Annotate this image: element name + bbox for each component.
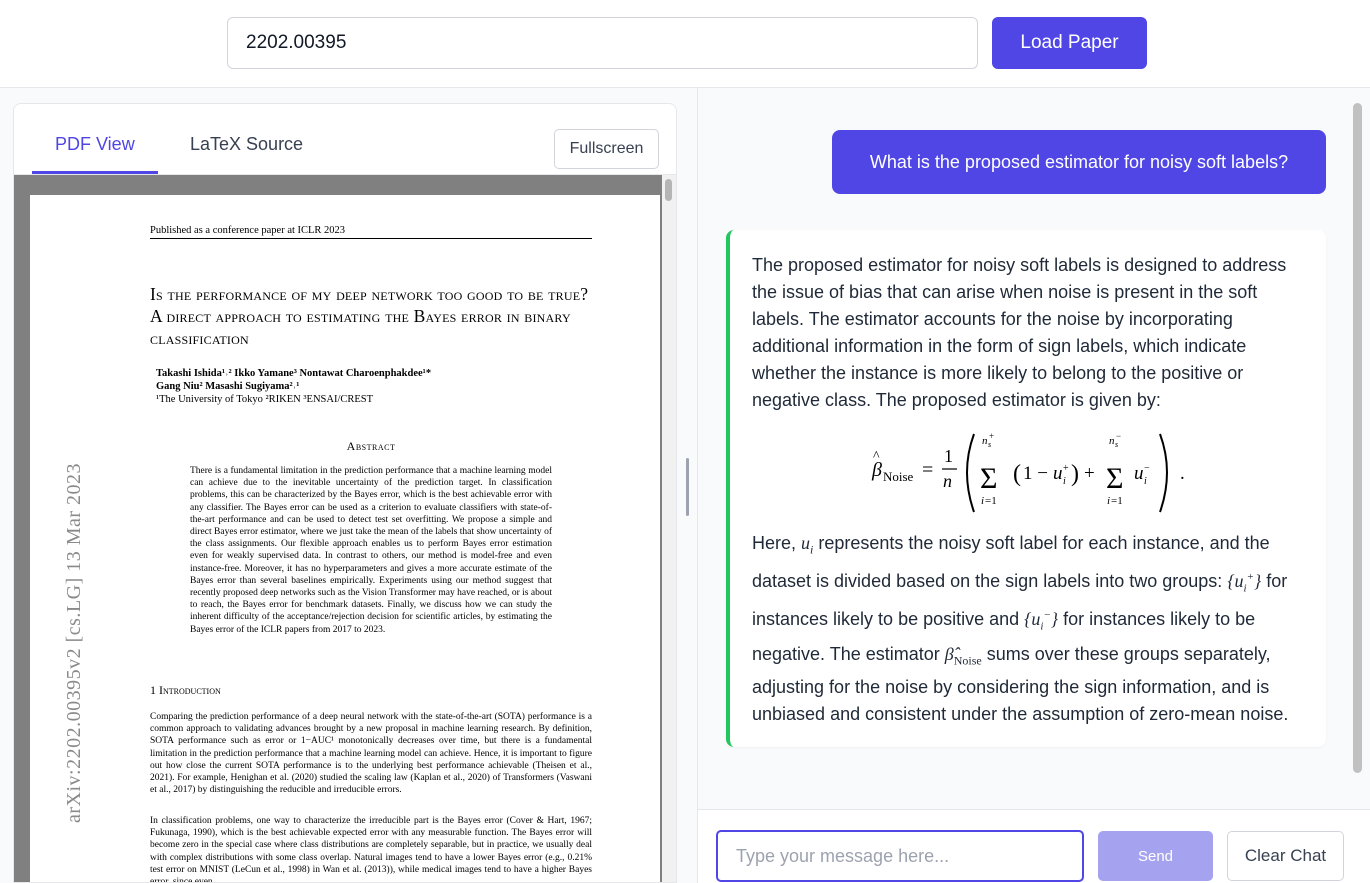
pdf-intro-paragraph-2: In classification problems, one way to c… [150, 816, 592, 883]
svg-text:s: s [988, 440, 991, 449]
pdf-page: Published as a conference paper at ICLR … [30, 195, 660, 883]
svg-text:+: + [989, 431, 994, 441]
svg-text:i: i [1144, 476, 1147, 487]
svg-text:Σ: Σ [1106, 462, 1123, 495]
assistant-p2-part-a: Here, [752, 533, 802, 553]
tab-pdf-view[interactable]: PDF View [55, 134, 135, 155]
top-bar: Load Paper [0, 0, 1370, 88]
pdf-affiliations: ¹The University of Tokyo ²RIKEN ³ENSAI/C… [156, 394, 374, 405]
svg-text:i: i [981, 495, 984, 507]
assistant-p2-part-b: represents the noisy soft label for each… [752, 533, 1270, 591]
pdf-intro-heading: 1 Introduction [150, 683, 221, 697]
message-input[interactable] [716, 830, 1084, 882]
tab-latex-source[interactable]: LaTeX Source [190, 134, 303, 155]
svg-text:+: + [1084, 463, 1095, 484]
active-tab-indicator [32, 171, 158, 174]
estimator-equation-svg: β ^ Noise = 1 n n s + Σ i =1 ( 1 − u + i… [871, 431, 1185, 513]
chat-input-bar: Send Clear Chat [698, 809, 1370, 883]
svg-text:s: s [1115, 440, 1118, 449]
pdf-authors: Takashi Ishida¹˒² Ikko Yamane³ Nontawat … [156, 367, 596, 393]
assistant-paragraph-1: The proposed estimator for noisy soft la… [752, 255, 1287, 410]
svg-text:=1: =1 [1111, 495, 1123, 507]
chat-scrollbar[interactable] [1353, 103, 1362, 773]
svg-text:u: u [1134, 463, 1144, 484]
svg-text:.: . [1180, 463, 1185, 484]
assistant-message: The proposed estimator for noisy soft la… [726, 230, 1326, 747]
user-message: What is the proposed estimator for noisy… [832, 130, 1326, 194]
svg-text:n: n [943, 471, 952, 491]
svg-text:u: u [1053, 463, 1063, 484]
paper-id-input[interactable] [227, 17, 978, 69]
math-u-i: ui [801, 533, 814, 557]
math-negative-group: {ui−} [1024, 609, 1059, 633]
chat-panel: What is the proposed estimator for noisy… [697, 88, 1370, 883]
svg-text:Noise: Noise [883, 469, 914, 484]
pdf-scrollbar-thumb[interactable] [665, 179, 672, 201]
svg-text:Σ: Σ [980, 462, 997, 495]
svg-text:(: ( [1013, 461, 1021, 487]
svg-text:1: 1 [944, 446, 953, 466]
pdf-title: Is the performance of my deep network to… [150, 284, 589, 348]
arxiv-stamp: arXiv:2202.00395v2 [cs.LG] 13 Mar 2023 [63, 462, 85, 823]
math-beta-noise: β̂Noise [944, 643, 982, 668]
svg-text:1 −: 1 − [1023, 463, 1048, 484]
load-paper-button[interactable]: Load Paper [992, 17, 1147, 69]
math-positive-group: {ui+} [1227, 570, 1262, 595]
fullscreen-button[interactable]: Fullscreen [554, 129, 659, 169]
pdf-authors-line1: Takashi Ishida¹˒² Ikko Yamane³ Nontawat … [156, 368, 432, 379]
pdf-running-header: Published as a conference paper at ICLR … [150, 225, 592, 239]
panel-resize-handle[interactable] [686, 458, 689, 516]
svg-text:^: ^ [873, 449, 880, 464]
pdf-authors-line2: Gang Niu² Masashi Sugiyama²˒¹ [156, 381, 300, 392]
viewer-tabs: PDF View LaTeX Source Fullscreen [14, 104, 676, 175]
paper-viewer-panel: PDF View LaTeX Source Fullscreen Publish… [13, 103, 677, 883]
pdf-viewer[interactable]: Published as a conference paper at ICLR … [14, 175, 676, 883]
pdf-intro-paragraph-1: Comparing the prediction performance of … [150, 712, 592, 796]
svg-text:): ) [1071, 461, 1079, 487]
svg-text:=1: =1 [985, 495, 997, 507]
clear-chat-button[interactable]: Clear Chat [1227, 831, 1344, 881]
svg-text:i: i [1107, 495, 1110, 507]
svg-text:=: = [922, 459, 933, 481]
svg-text:i: i [1063, 476, 1066, 487]
estimator-equation: β ^ Noise = 1 n n s + Σ i =1 ( 1 − u + i… [752, 424, 1302, 520]
svg-text:+: + [1063, 463, 1069, 474]
pdf-abstract-heading: Abstract [346, 439, 396, 453]
send-button[interactable]: Send [1098, 831, 1213, 881]
svg-text:−: − [1116, 431, 1121, 441]
svg-text:−: − [1144, 463, 1150, 474]
pdf-abstract: There is a fundamental limitation in the… [190, 466, 552, 635]
pdf-scrollbar[interactable] [662, 175, 676, 882]
assistant-paragraph-2: Here, ui represents the noisy soft label… [752, 530, 1302, 728]
